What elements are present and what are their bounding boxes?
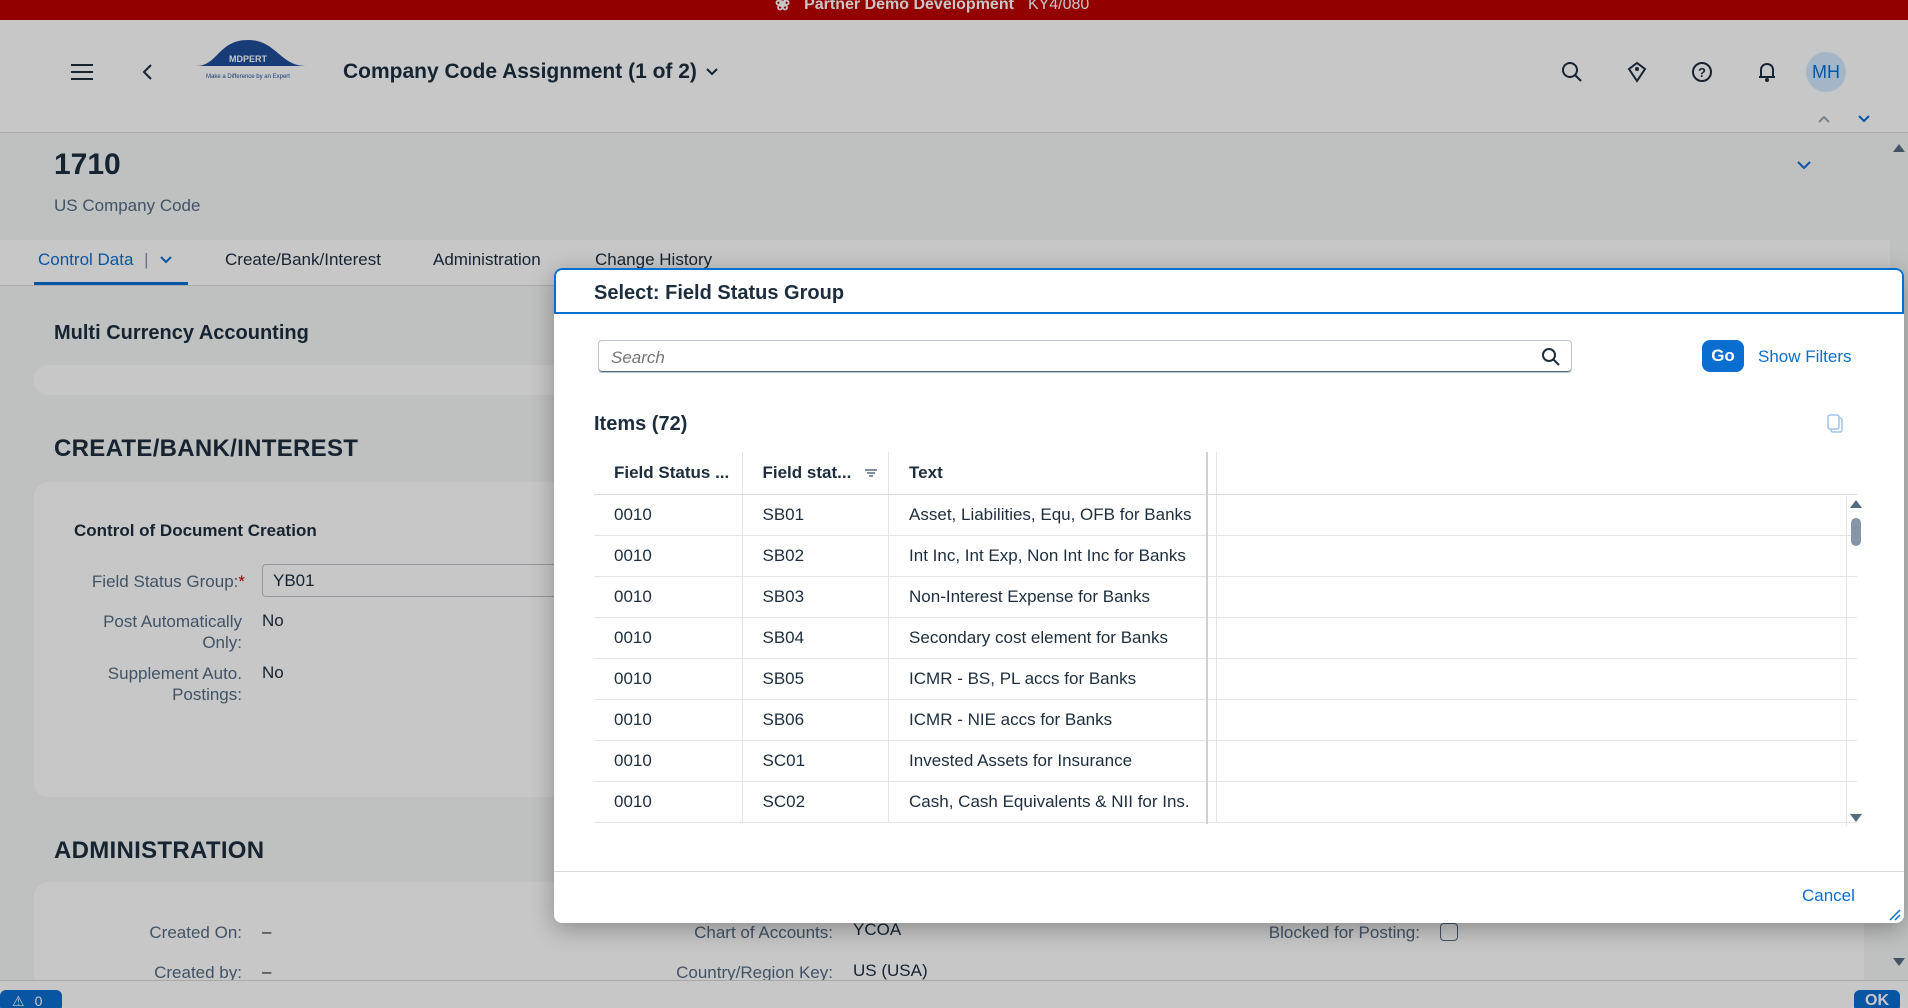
cell-variant: 0010 bbox=[594, 781, 743, 823]
cell-group: SB06 bbox=[742, 699, 890, 741]
cell-variant: 0010 bbox=[594, 658, 743, 700]
cell-empty bbox=[1216, 494, 1857, 536]
cell-group: SB02 bbox=[742, 535, 890, 577]
go-button[interactable]: Go bbox=[1702, 340, 1744, 372]
cell-text: Asset, Liabilities, Equ, OFB for Banks bbox=[888, 494, 1218, 536]
table-scrollbar[interactable] bbox=[1846, 496, 1864, 826]
table-row[interactable]: 0010 SB05 ICMR - BS, PL accs for Banks bbox=[594, 658, 1857, 700]
items-title: Items (72) bbox=[594, 413, 688, 435]
column-header[interactable]: Field stat... bbox=[742, 452, 890, 495]
cell-empty bbox=[1216, 699, 1857, 741]
cell-group: SB03 bbox=[742, 576, 890, 618]
cell-variant: 0010 bbox=[594, 494, 743, 536]
dialog-footer: Cancel bbox=[554, 871, 1904, 923]
cell-empty bbox=[1216, 576, 1857, 618]
cell-text: Invested Assets for Insurance bbox=[888, 740, 1218, 782]
cell-group: SB04 bbox=[742, 617, 890, 659]
search-input[interactable] bbox=[611, 348, 1511, 368]
cell-text: ICMR - NIE accs for Banks bbox=[888, 699, 1218, 741]
value-help-dialog: Select: Field Status Group Go Show Filte… bbox=[554, 268, 1904, 923]
resize-handle-icon[interactable] bbox=[1888, 908, 1902, 922]
cell-text: ICMR - BS, PL accs for Banks bbox=[888, 658, 1218, 700]
cancel-button[interactable]: Cancel bbox=[1802, 886, 1855, 906]
table-row[interactable]: 0010 SB04 Secondary cost element for Ban… bbox=[594, 617, 1857, 659]
cell-text: Secondary cost element for Banks bbox=[888, 617, 1218, 659]
table-row[interactable]: 0010 SB03 Non-Interest Expense for Banks bbox=[594, 576, 1857, 618]
table-row[interactable]: 0010 SC01 Invested Assets for Insurance bbox=[594, 740, 1857, 782]
table-row[interactable]: 0010 SB01 Asset, Liabilities, Equ, OFB f… bbox=[594, 494, 1857, 536]
cell-empty bbox=[1216, 740, 1857, 782]
dialog-title: Select: Field Status Group bbox=[594, 282, 845, 304]
table-row[interactable]: 0010 SB02 Int Inc, Int Exp, Non Int Inc … bbox=[594, 535, 1857, 577]
cell-empty bbox=[1216, 781, 1857, 823]
cell-text: Int Inc, Int Exp, Non Int Inc for Banks bbox=[888, 535, 1218, 577]
cell-variant: 0010 bbox=[594, 576, 743, 618]
cell-empty bbox=[1216, 658, 1857, 700]
search-icon[interactable] bbox=[1541, 347, 1561, 367]
cell-variant: 0010 bbox=[594, 535, 743, 577]
cell-variant: 0010 bbox=[594, 740, 743, 782]
column-header[interactable]: Text bbox=[888, 452, 1218, 495]
cell-group: SC01 bbox=[742, 740, 890, 782]
column-divider bbox=[1206, 452, 1208, 824]
cell-variant: 0010 bbox=[594, 617, 743, 659]
cell-group: SB01 bbox=[742, 494, 890, 536]
cell-text: Cash, Cash Equivalents & NII for Ins. bbox=[888, 781, 1218, 823]
cell-variant: 0010 bbox=[594, 699, 743, 741]
search-field[interactable] bbox=[598, 340, 1572, 373]
cell-group: SB05 bbox=[742, 658, 890, 700]
table-row[interactable]: 0010 SB06 ICMR - NIE accs for Banks bbox=[594, 699, 1857, 741]
table-row[interactable]: 0010 SC02 Cash, Cash Equivalents & NII f… bbox=[594, 781, 1857, 823]
sort-icon bbox=[865, 469, 878, 477]
copy-icon[interactable] bbox=[1824, 412, 1848, 436]
dialog-header: Select: Field Status Group bbox=[554, 268, 1904, 314]
scrollbar-thumb[interactable] bbox=[1851, 518, 1861, 546]
show-filters-button[interactable]: Show Filters bbox=[1758, 347, 1852, 367]
column-header[interactable]: Field Status ... bbox=[594, 452, 743, 495]
cell-text: Non-Interest Expense for Banks bbox=[888, 576, 1218, 618]
cell-empty bbox=[1216, 617, 1857, 659]
column-header-empty bbox=[1216, 452, 1857, 495]
cell-empty bbox=[1216, 535, 1857, 577]
table-header-row: Field Status ... Field stat... Text bbox=[594, 452, 1857, 495]
cell-group: SC02 bbox=[742, 781, 890, 823]
results-table: Field Status ... Field stat... Text 0010… bbox=[594, 452, 1857, 823]
